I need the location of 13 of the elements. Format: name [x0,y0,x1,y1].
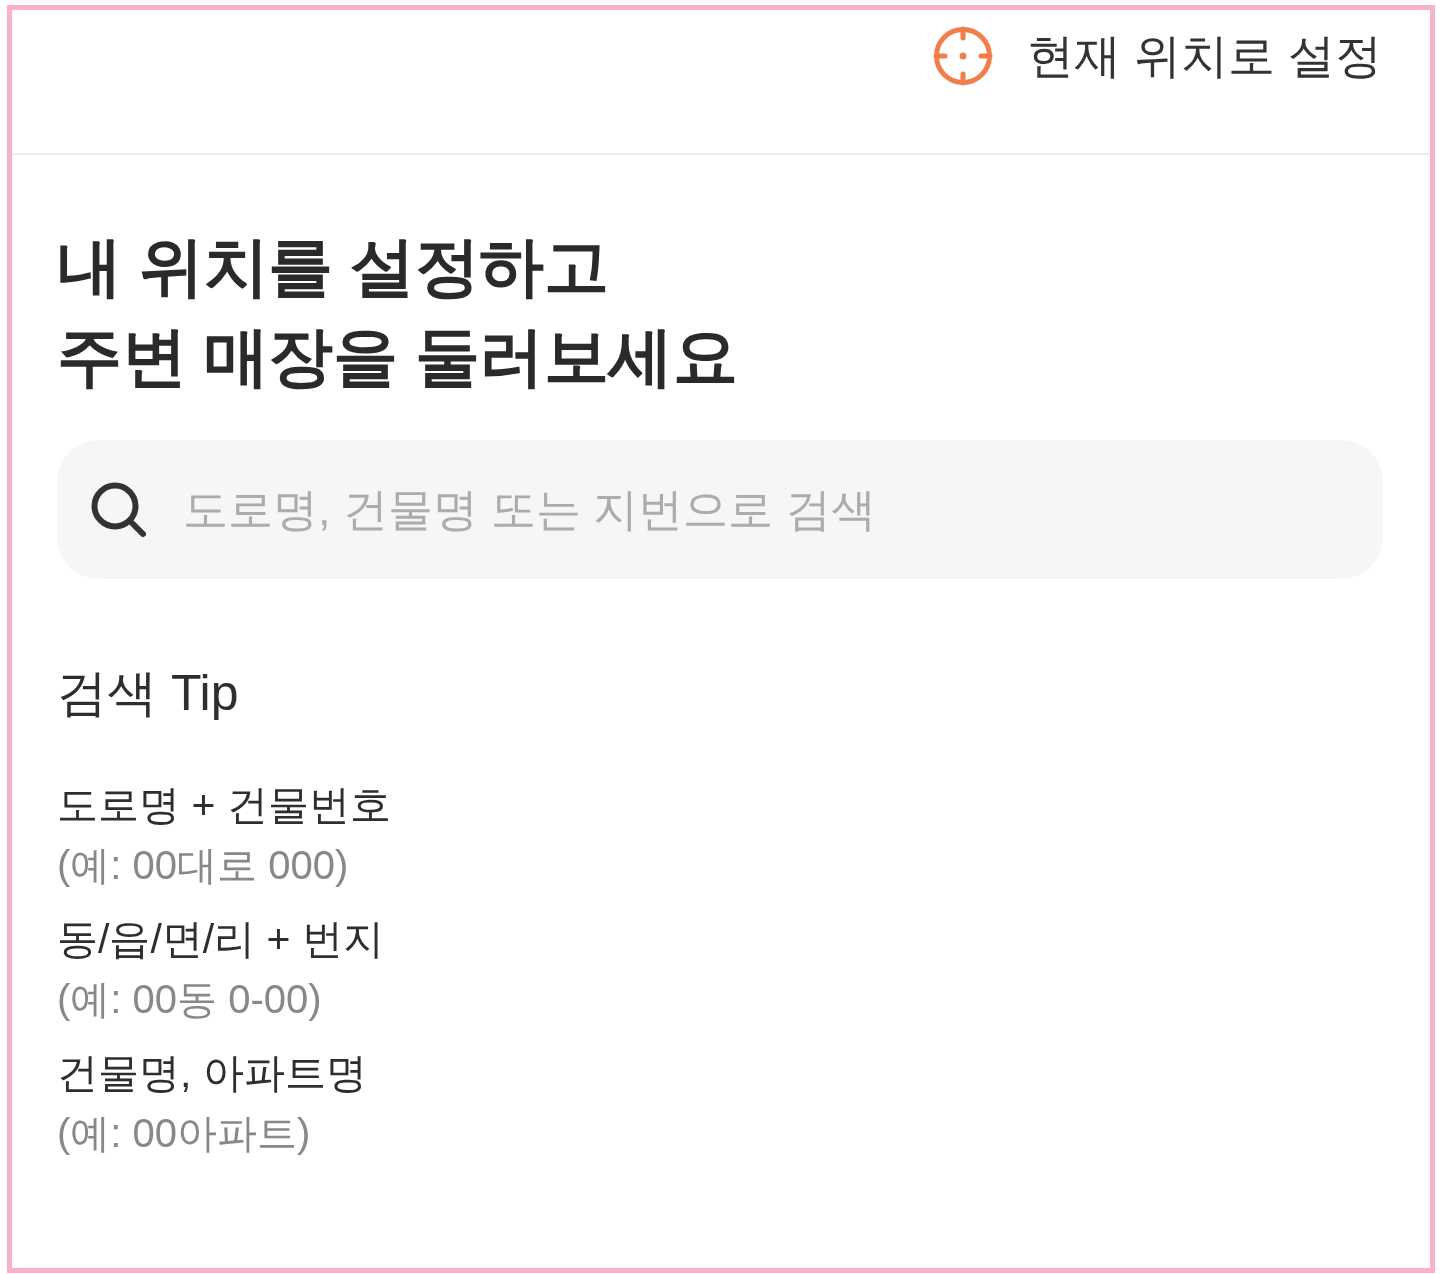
crosshair-icon [932,26,993,86]
current-location-button[interactable]: 현재 위치로 설정 [932,22,1382,90]
tip-label: 도로명 + 건물번호 [57,781,392,830]
search-icon [90,480,148,539]
intro-heading: 내 위치를 설정하고 주변 매장을 둘러보세요 [57,229,739,395]
tips-heading: 검색 Tip [57,664,240,723]
tip-label: 동/읍/면/리 + 번지 [57,915,385,964]
tip-example: (예: 00아파트) [57,1110,312,1157]
search-input[interactable]: 도로명, 건물명 또는 지번으로 검색 [183,477,1353,542]
search-bar[interactable]: 도로명, 건물명 또는 지번으로 검색 [57,440,1383,579]
tip-example: (예: 00동 0-00) [57,976,323,1023]
tip-label: 건물명, 아파트명 [57,1049,368,1098]
tip-example: (예: 00대로 000) [57,842,350,889]
